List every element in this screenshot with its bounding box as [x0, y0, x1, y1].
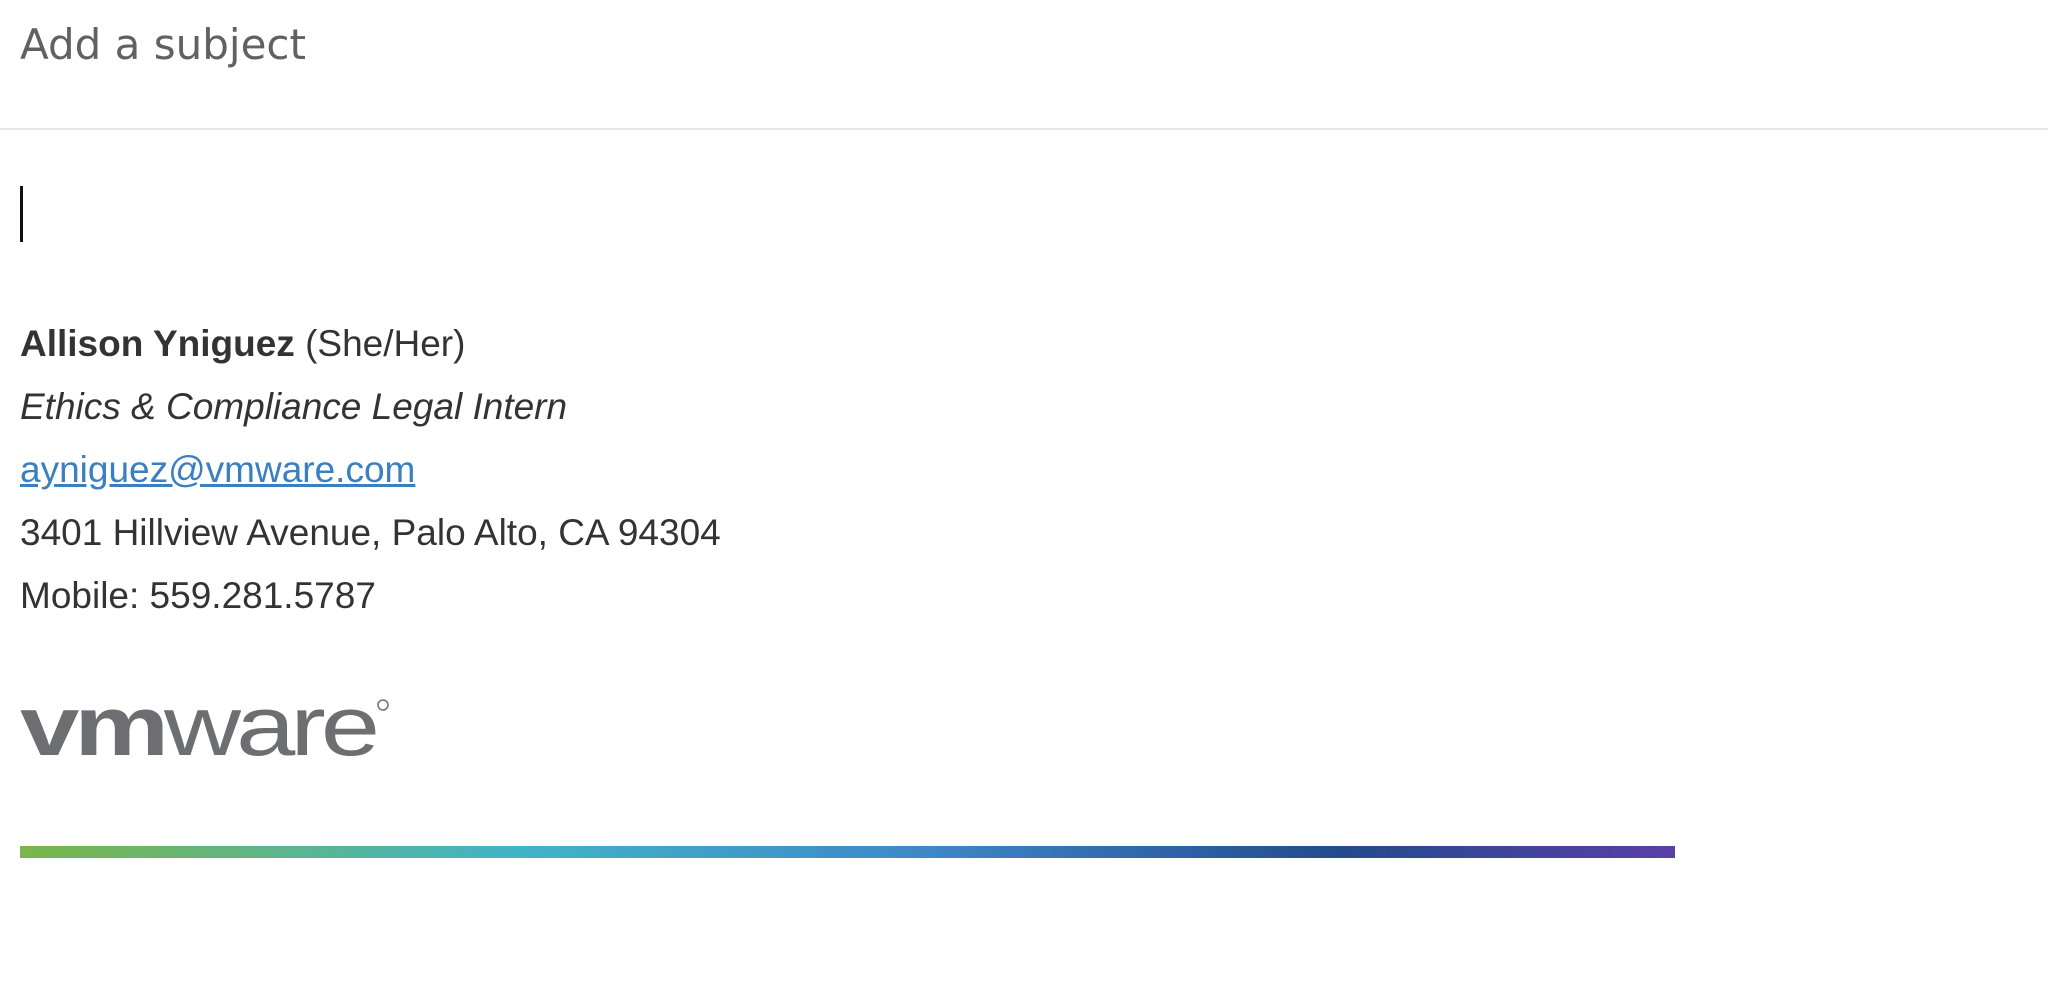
signature-gradient-bar: [20, 846, 1675, 858]
signature-mobile: Mobile: 559.281.5787: [20, 575, 376, 616]
vmware-logo: vm ware: [20, 687, 389, 773]
message-body-editor[interactable]: Allison Yniguez (She/Her) Ethics & Compl…: [0, 132, 2048, 993]
text-caret: [20, 186, 23, 242]
signature-title: Ethics & Compliance Legal Intern: [20, 386, 568, 427]
svg-text:vmware: vm ware: [20, 687, 375, 773]
signature-address: 3401 Hillview Avenue, Palo Alto, CA 9430…: [20, 512, 721, 553]
subject-input[interactable]: [18, 10, 1920, 78]
signature-pronouns: (She/Her): [305, 323, 466, 364]
logo-vm-text: vm: [20, 687, 164, 773]
subject-bar: [0, 0, 2048, 130]
logo-ware-text: ware: [163, 687, 376, 773]
email-signature: Allison Yniguez (She/Her) Ethics & Compl…: [20, 312, 721, 627]
signature-name-line: Allison Yniguez (She/Her): [20, 312, 721, 375]
signature-name: Allison Yniguez: [20, 323, 295, 364]
signature-email-link[interactable]: ayniguez@vmware.com: [20, 449, 415, 490]
